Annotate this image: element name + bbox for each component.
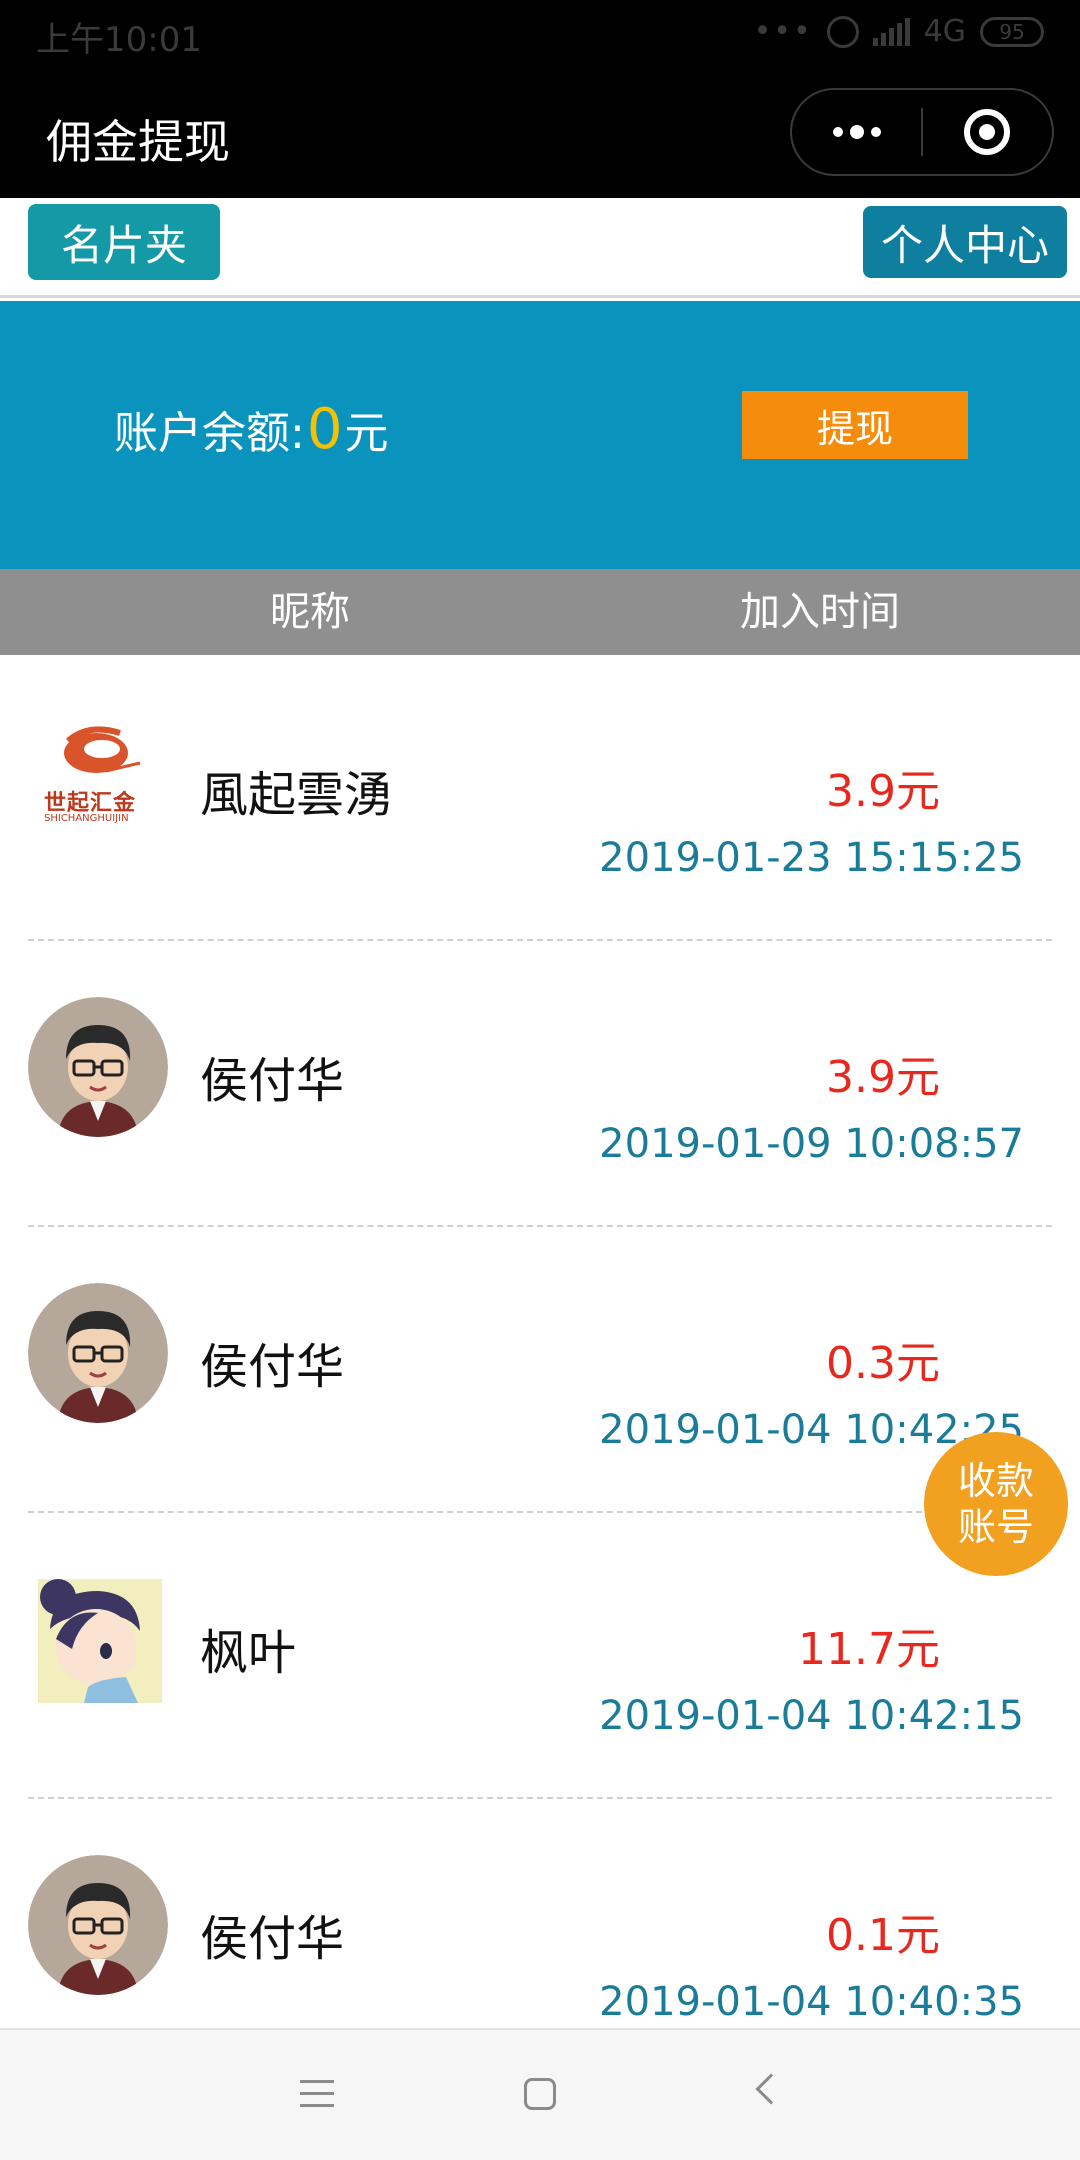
balance-label: 账户余额: [114,408,305,459]
man-glasses-avatar [28,997,168,1137]
menu-icon[interactable] [300,2080,334,2116]
record-amount: 0.1元 [826,1910,940,1961]
record-name: 風起雲湧 [200,767,393,823]
more-icon[interactable] [792,90,921,174]
column-header: 昵称 加入时间 [0,569,1080,655]
record-time: 2019-01-04 10:40:35 [599,1979,1024,2025]
close-miniprogram-button[interactable] [923,90,1052,174]
record-amount: 11.7元 [798,1624,940,1675]
balance-panel: 账户余额: 0 元 提现 [0,301,1080,569]
personal-center-button[interactable]: 个人中心 [863,206,1067,278]
battery-icon: 95 [980,16,1044,47]
nav-row: 名片夹 个人中心 [0,198,1080,298]
back-icon[interactable] [755,2073,787,2105]
status-time: 上午10:01 [36,20,202,60]
record-name: 枫叶 [200,1625,297,1681]
column-join-time: 加入时间 [740,589,900,635]
record-list: 世起汇金 SHICHANGHUIJIN 風起雲湧 3.9元 2019-01-23… [0,655,1080,2085]
logo-text-en: SHICHANGHUIJIN [44,813,129,824]
list-item[interactable]: 枫叶 11.7元 2019-01-04 10:42:15 [28,1513,1052,1799]
record-amount: 3.9元 [826,766,940,817]
cell-signal-icon [872,17,910,46]
list-item[interactable]: 侯付华 3.9元 2019-01-09 10:08:57 [28,941,1052,1227]
list-item[interactable]: 世起汇金 SHICHANGHUIJIN 風起雲湧 3.9元 2019-01-23… [28,655,1052,941]
alarm-icon [826,15,859,48]
record-name: 侯付华 [200,1911,345,1967]
balance-line: 账户余额: 0 元 [114,397,388,462]
top-bar: 上午10:01 ••• 4G 95 佣金提现 [0,0,1080,198]
record-name: 侯付华 [200,1339,345,1395]
man-glasses-avatar [28,1855,168,1995]
network-type: 4G [923,14,966,49]
record-time: 2019-01-04 10:42:15 [599,1693,1024,1739]
record-time: 2019-01-23 15:15:25 [599,835,1024,881]
signal-dots-icon: ••• [753,14,813,49]
man-glasses-avatar [28,1283,168,1423]
miniprogram-capsule [790,88,1054,176]
payment-account-line1: 收款 [957,1459,1034,1503]
cartoon-girl-avatar [28,1569,168,1709]
payment-account-button[interactable]: 收款 账号 [924,1432,1068,1576]
target-icon [964,109,1011,155]
record-amount: 3.9元 [826,1052,940,1103]
record-amount: 0.3元 [826,1338,940,1389]
card-folder-button[interactable]: 名片夹 [28,204,220,280]
balance-unit: 元 [344,408,389,459]
system-nav-bar [0,2028,1080,2160]
home-icon[interactable] [524,2078,556,2110]
withdraw-button[interactable]: 提现 [742,391,968,459]
record-time: 2019-01-09 10:08:57 [599,1121,1024,1167]
record-name: 侯付华 [200,1053,345,1109]
balance-amount: 0 [306,397,343,462]
company-logo-avatar: 世起汇金 SHICHANGHUIJIN [28,711,168,851]
list-item[interactable]: 侯付华 0.3元 2019-01-04 10:42:25 [28,1227,1052,1513]
payment-account-line2: 账号 [957,1505,1034,1549]
column-nickname: 昵称 [270,589,350,635]
page-title: 佣金提现 [46,115,230,169]
status-icons: ••• 4G 95 [754,14,1044,49]
